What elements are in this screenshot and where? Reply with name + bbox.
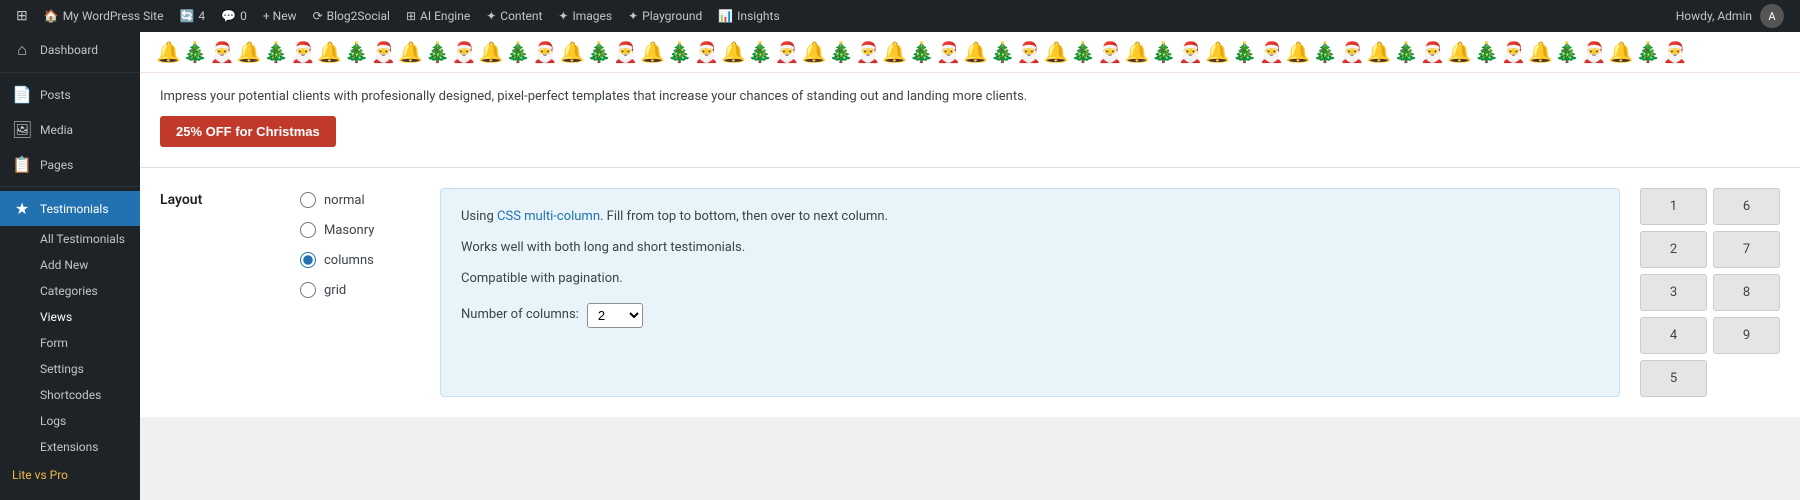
media-icon: 🖼 bbox=[12, 120, 32, 139]
layout-option-grid[interactable]: grid bbox=[300, 282, 420, 298]
sidebar-item-extensions[interactable]: Extensions bbox=[0, 434, 140, 460]
layout-info-box: Using CSS multi-column. Fill from top to… bbox=[440, 188, 1620, 397]
admin-bar: ⊞ 🏠 My WordPress Site 🔄 4 💬 0 + New ⟳ Bl… bbox=[0, 0, 1800, 32]
blog2social-link[interactable]: ⟳ Blog2Social bbox=[305, 0, 398, 32]
christmas-banner: 🔔🎄🎅🔔🎄🎅🔔🎄🎅🔔🎄🎅🔔🎄🎅🔔🎄🎅🔔🎄🎅🔔🎄🎅🔔🎄🎅🔔🎄🎅🔔🎄🎅🔔🎄🎅🔔🎄🎅🔔… bbox=[140, 32, 1800, 168]
layout-option-normal[interactable]: normal bbox=[300, 192, 420, 208]
sidebar-item-categories[interactable]: Categories bbox=[0, 278, 140, 304]
col-btn-6[interactable]: 6 bbox=[1713, 188, 1780, 225]
sidebar-item-views[interactable]: Views bbox=[0, 304, 140, 330]
sidebar-item-all-testimonials[interactable]: All Testimonials bbox=[0, 226, 140, 252]
sidebar-item-shortcodes[interactable]: Shortcodes bbox=[0, 382, 140, 408]
bell-strip: 🔔🎄🎅🔔🎄🎅🔔🎄🎅🔔🎄🎅🔔🎄🎅🔔🎄🎅🔔🎄🎅🔔🎄🎅🔔🎄🎅🔔🎄🎅🔔🎄🎅🔔🎄🎅🔔🎄🎅🔔… bbox=[140, 32, 1800, 73]
info-line-3: Compatible with pagination. bbox=[461, 269, 1599, 290]
images-icon: ✦ bbox=[558, 9, 568, 23]
css-multi-column-link[interactable]: CSS multi-column bbox=[497, 209, 600, 224]
sidebar-item-dashboard[interactable]: ⌂ Dashboard bbox=[0, 32, 140, 68]
insights-link[interactable]: 📊 Insights bbox=[710, 0, 787, 32]
menu-separator bbox=[0, 72, 140, 73]
col-btn-4[interactable]: 4 bbox=[1640, 317, 1707, 354]
sidebar-item-pages[interactable]: 📋 Pages bbox=[0, 147, 140, 182]
num-columns-label: Number of columns: bbox=[461, 305, 579, 326]
layout-section-label: Layout bbox=[160, 188, 280, 397]
christmas-offer-button[interactable]: 25% OFF for Christmas bbox=[160, 116, 336, 147]
blog2social-icon: ⟳ bbox=[313, 9, 323, 23]
sidebar-item-form[interactable]: Form bbox=[0, 330, 140, 356]
col-btn-9[interactable]: 9 bbox=[1713, 317, 1780, 354]
dashboard-icon: ⌂ bbox=[12, 40, 32, 60]
info-line-1: Using CSS multi-column. Fill from top to… bbox=[461, 207, 1599, 228]
sidebar-item-logs[interactable]: Logs bbox=[0, 408, 140, 434]
posts-icon: 📄 bbox=[12, 85, 32, 104]
col-btn-1[interactable]: 1 bbox=[1640, 188, 1707, 225]
user-avatar: A bbox=[1760, 4, 1784, 28]
num-columns-row: Number of columns: 1 2 3 4 5 6 bbox=[461, 303, 1599, 328]
comments-link[interactable]: 💬 0 bbox=[213, 0, 255, 32]
col-btn-5[interactable]: 5 bbox=[1640, 360, 1707, 397]
user-info[interactable]: Howdy, Admin A bbox=[1668, 0, 1792, 32]
banner-description: Impress your potential clients with prof… bbox=[160, 89, 1780, 104]
layout-section: Layout normal Masonry columns bbox=[140, 168, 1800, 417]
new-content-button[interactable]: + New bbox=[255, 0, 305, 32]
col-btn-8[interactable]: 8 bbox=[1713, 274, 1780, 311]
wp-site-icon: 🏠 bbox=[44, 9, 59, 23]
layout-radio-group: normal Masonry columns grid bbox=[300, 188, 420, 397]
num-columns-select[interactable]: 1 2 3 4 5 6 bbox=[587, 303, 643, 328]
playground-link[interactable]: ✦ Playground bbox=[620, 0, 710, 32]
main-content: 🔔🎄🎅🔔🎄🎅🔔🎄🎅🔔🎄🎅🔔🎄🎅🔔🎄🎅🔔🎄🎅🔔🎄🎅🔔🎄🎅🔔🎄🎅🔔🎄🎅🔔🎄🎅🔔🎄🎅🔔… bbox=[140, 32, 1800, 500]
insights-icon: 📊 bbox=[718, 9, 733, 23]
layout-radio-grid[interactable] bbox=[300, 282, 316, 298]
sidebar-item-settings[interactable]: Settings bbox=[0, 356, 140, 382]
layout-option-columns[interactable]: columns bbox=[300, 252, 420, 268]
menu-separator-2 bbox=[0, 186, 140, 187]
col-btn-7[interactable]: 7 bbox=[1713, 231, 1780, 268]
sidebar-item-add-new[interactable]: Add New bbox=[0, 252, 140, 278]
banner-content: Impress your potential clients with prof… bbox=[140, 73, 1800, 167]
layout-radio-columns[interactable] bbox=[300, 252, 316, 268]
layout-radio-masonry[interactable] bbox=[300, 222, 316, 238]
sidebar-item-media[interactable]: 🖼 Media bbox=[0, 112, 140, 147]
updates-link[interactable]: 🔄 4 bbox=[171, 0, 213, 32]
layout-option-masonry[interactable]: Masonry bbox=[300, 222, 420, 238]
sidebar-item-testimonials[interactable]: ★ Testimonials bbox=[0, 191, 140, 226]
wp-logo[interactable]: ⊞ bbox=[8, 0, 36, 32]
updates-icon: 🔄 bbox=[179, 9, 194, 23]
sidebar-item-posts[interactable]: 📄 Posts bbox=[0, 77, 140, 112]
info-line-2: Works well with both long and short test… bbox=[461, 238, 1599, 259]
site-name-link[interactable]: 🏠 My WordPress Site bbox=[36, 0, 172, 32]
col-btn-3[interactable]: 3 bbox=[1640, 274, 1707, 311]
comment-icon: 💬 bbox=[221, 9, 236, 23]
ai-engine-link[interactable]: ⊞ AI Engine bbox=[398, 0, 478, 32]
content-icon: ✦ bbox=[486, 9, 496, 23]
images-link[interactable]: ✦ Images bbox=[550, 0, 620, 32]
col-btn-2[interactable]: 2 bbox=[1640, 231, 1707, 268]
sidebar-item-lite-vs-pro[interactable]: Lite vs Pro bbox=[0, 460, 140, 490]
pages-icon: 📋 bbox=[12, 155, 32, 174]
content-link[interactable]: ✦ Content bbox=[478, 0, 550, 32]
playground-icon: ✦ bbox=[628, 9, 638, 23]
column-number-grid: 1 6 2 7 3 8 4 9 5 bbox=[1640, 188, 1780, 397]
admin-sidebar: ⌂ Dashboard 📄 Posts 🖼 Media 📋 Pages ★ Te… bbox=[0, 32, 140, 500]
wp-icon: ⊞ bbox=[16, 8, 28, 24]
layout-body: normal Masonry columns grid bbox=[300, 188, 1780, 397]
ai-engine-icon: ⊞ bbox=[406, 9, 416, 23]
layout-radio-normal[interactable] bbox=[300, 192, 316, 208]
testimonials-icon: ★ bbox=[12, 199, 32, 218]
